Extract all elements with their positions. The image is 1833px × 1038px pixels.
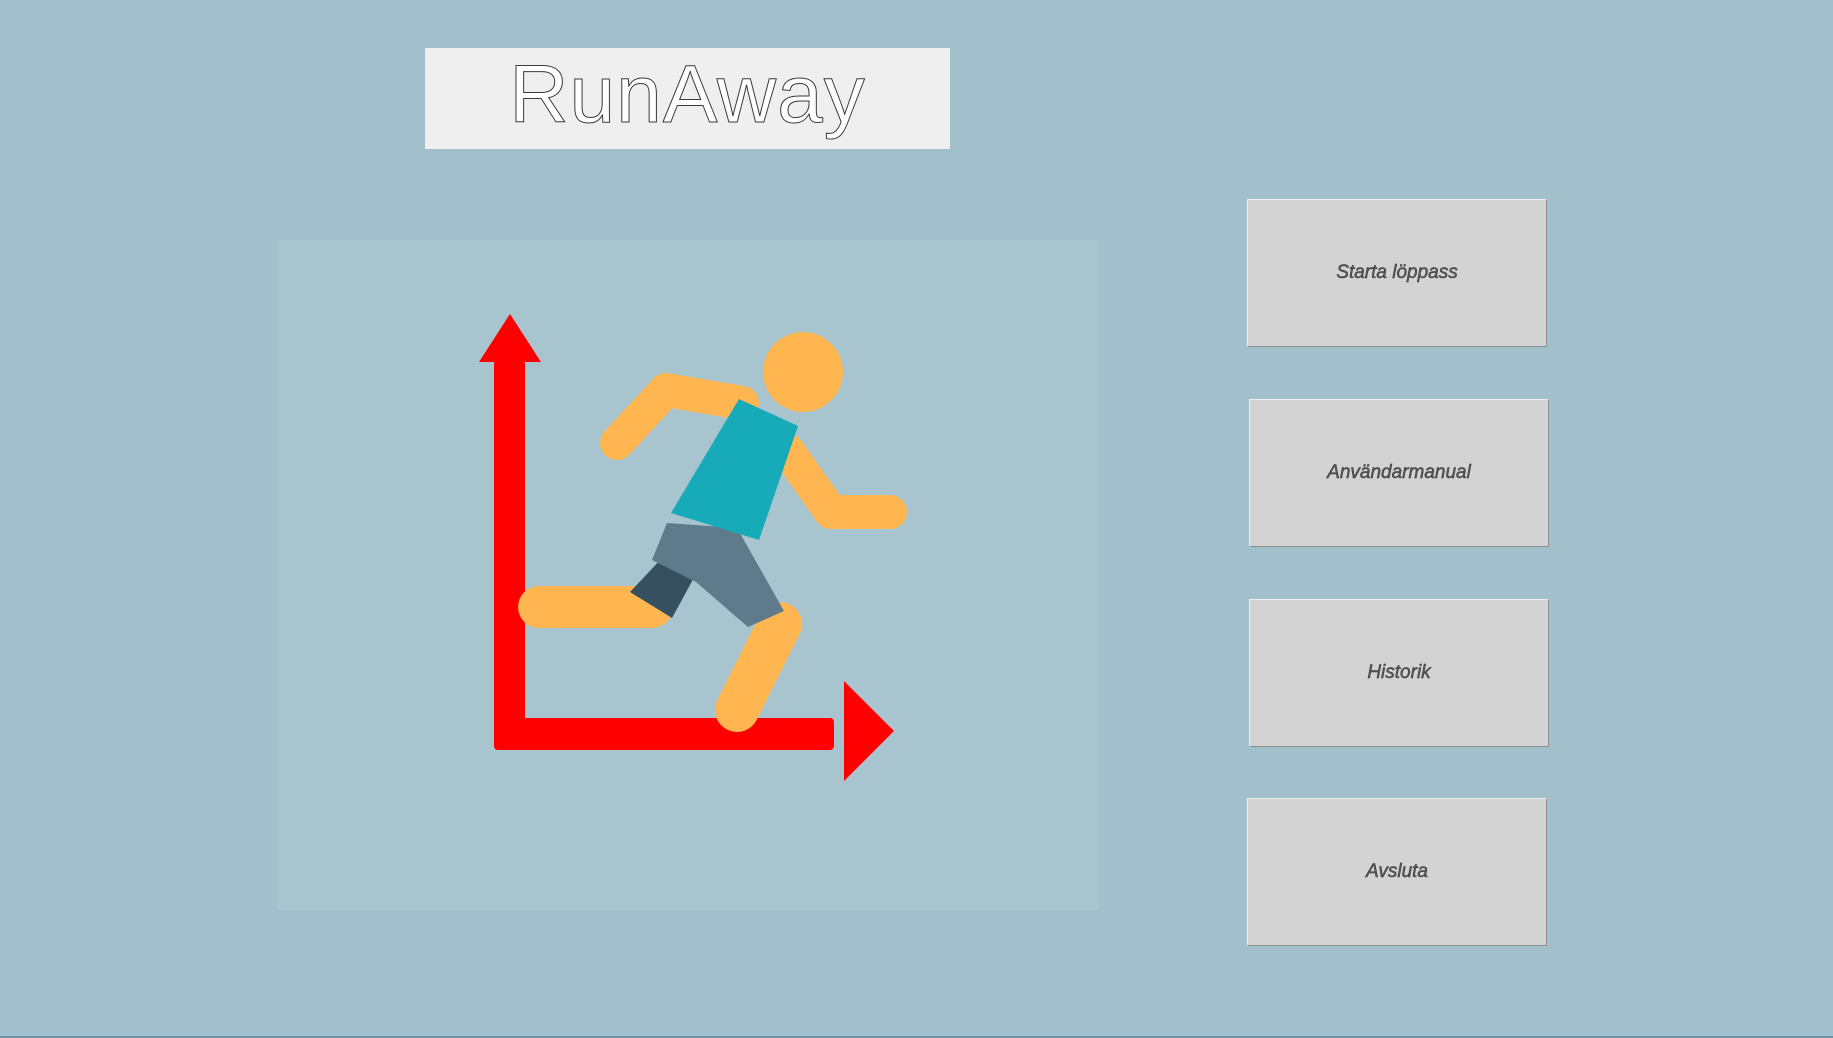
app-title: RunAway — [509, 48, 866, 140]
main-menu-screen: RunAway Starta löppass Användarmanual Hi… — [0, 0, 1833, 1038]
history-label: Historik — [1367, 662, 1431, 683]
exit-label: Avsluta — [1366, 861, 1428, 882]
start-run-label: Starta löppass — [1336, 262, 1458, 283]
user-manual-label: Användarmanual — [1327, 462, 1471, 483]
exit-button[interactable]: Avsluta — [1247, 798, 1547, 946]
logo-panel — [277, 240, 1099, 910]
title-banner: RunAway — [425, 48, 950, 149]
runner-icon — [518, 332, 907, 732]
user-manual-button[interactable]: Användarmanual — [1249, 399, 1549, 547]
runner-with-axes-icon — [479, 314, 907, 781]
history-button[interactable]: Historik — [1249, 599, 1549, 747]
start-run-button[interactable]: Starta löppass — [1247, 199, 1547, 347]
